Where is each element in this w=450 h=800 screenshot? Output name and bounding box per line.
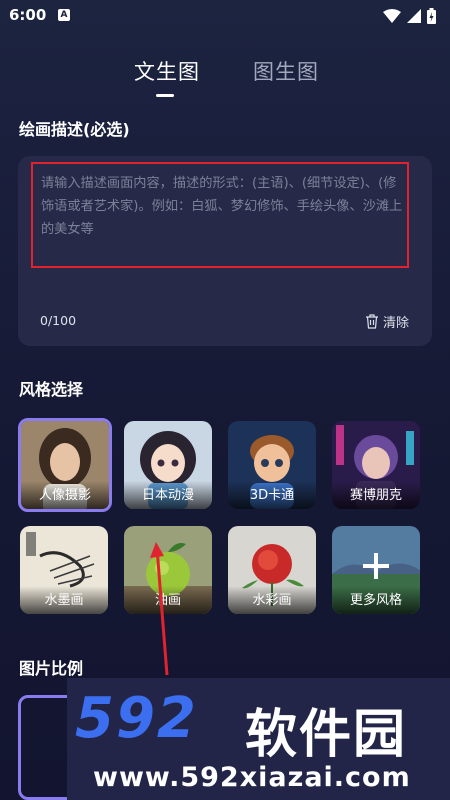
- ratio-section-title: 图片比例: [19, 659, 84, 678]
- style-card-portrait[interactable]: 人像摄影: [18, 418, 112, 512]
- plus-icon: [363, 553, 389, 579]
- tab-text-to-image[interactable]: 文生图: [134, 56, 200, 86]
- battery-icon: [427, 8, 436, 24]
- watermark-overlay: 592 软件园 www.592xiazai.com: [67, 678, 450, 800]
- watermark-brand-cn: 软件园: [245, 705, 408, 765]
- annotation-arrow: [150, 542, 169, 676]
- mode-tabs: 文生图 图生图: [0, 56, 450, 96]
- style-card-watercolor[interactable]: 水彩画: [228, 526, 316, 614]
- style-label: 水彩画: [228, 586, 316, 614]
- clear-label: 清除: [383, 316, 410, 331]
- style-label: 赛博朋克: [332, 481, 420, 509]
- style-card-anime[interactable]: 日本动漫: [124, 421, 212, 509]
- wifi-icon: [383, 9, 401, 23]
- tab-image-to-image[interactable]: 图生图: [253, 56, 319, 86]
- signal-icon: [407, 9, 421, 23]
- char-count: 0/100: [40, 313, 77, 328]
- style-card-more-styles[interactable]: 更多风格: [332, 526, 420, 614]
- status-bar: 6:00 A: [0, 0, 450, 32]
- watermark-url: www.592xiazai.com: [93, 762, 411, 793]
- style-label: 日本动漫: [124, 481, 212, 509]
- style-card-ink-painting[interactable]: 水墨画: [20, 526, 108, 614]
- prompt-placeholder: 请输入描述画面内容，描述的形式：(主语)、(细节设定)、(修饰语或者艺术家)。例…: [41, 176, 403, 237]
- trash-icon: [366, 314, 378, 329]
- style-label: 更多风格: [332, 586, 420, 614]
- prompt-section-title: 绘画描述(必选): [19, 120, 130, 139]
- status-time: 6:00: [9, 6, 47, 24]
- style-label: 人像摄影: [21, 481, 109, 509]
- style-section-title: 风格选择: [19, 380, 84, 399]
- style-label: 水墨画: [20, 586, 108, 614]
- style-label: 3D卡通: [228, 481, 316, 509]
- tab-active-indicator: [156, 94, 174, 97]
- clear-button[interactable]: 清除: [365, 312, 409, 331]
- style-card-cyberpunk[interactable]: 赛博朋克: [332, 421, 420, 509]
- watermark-brand: 592: [75, 686, 198, 751]
- notification-icon: A: [58, 9, 70, 21]
- style-card-3d-cartoon[interactable]: 3D卡通: [228, 421, 316, 509]
